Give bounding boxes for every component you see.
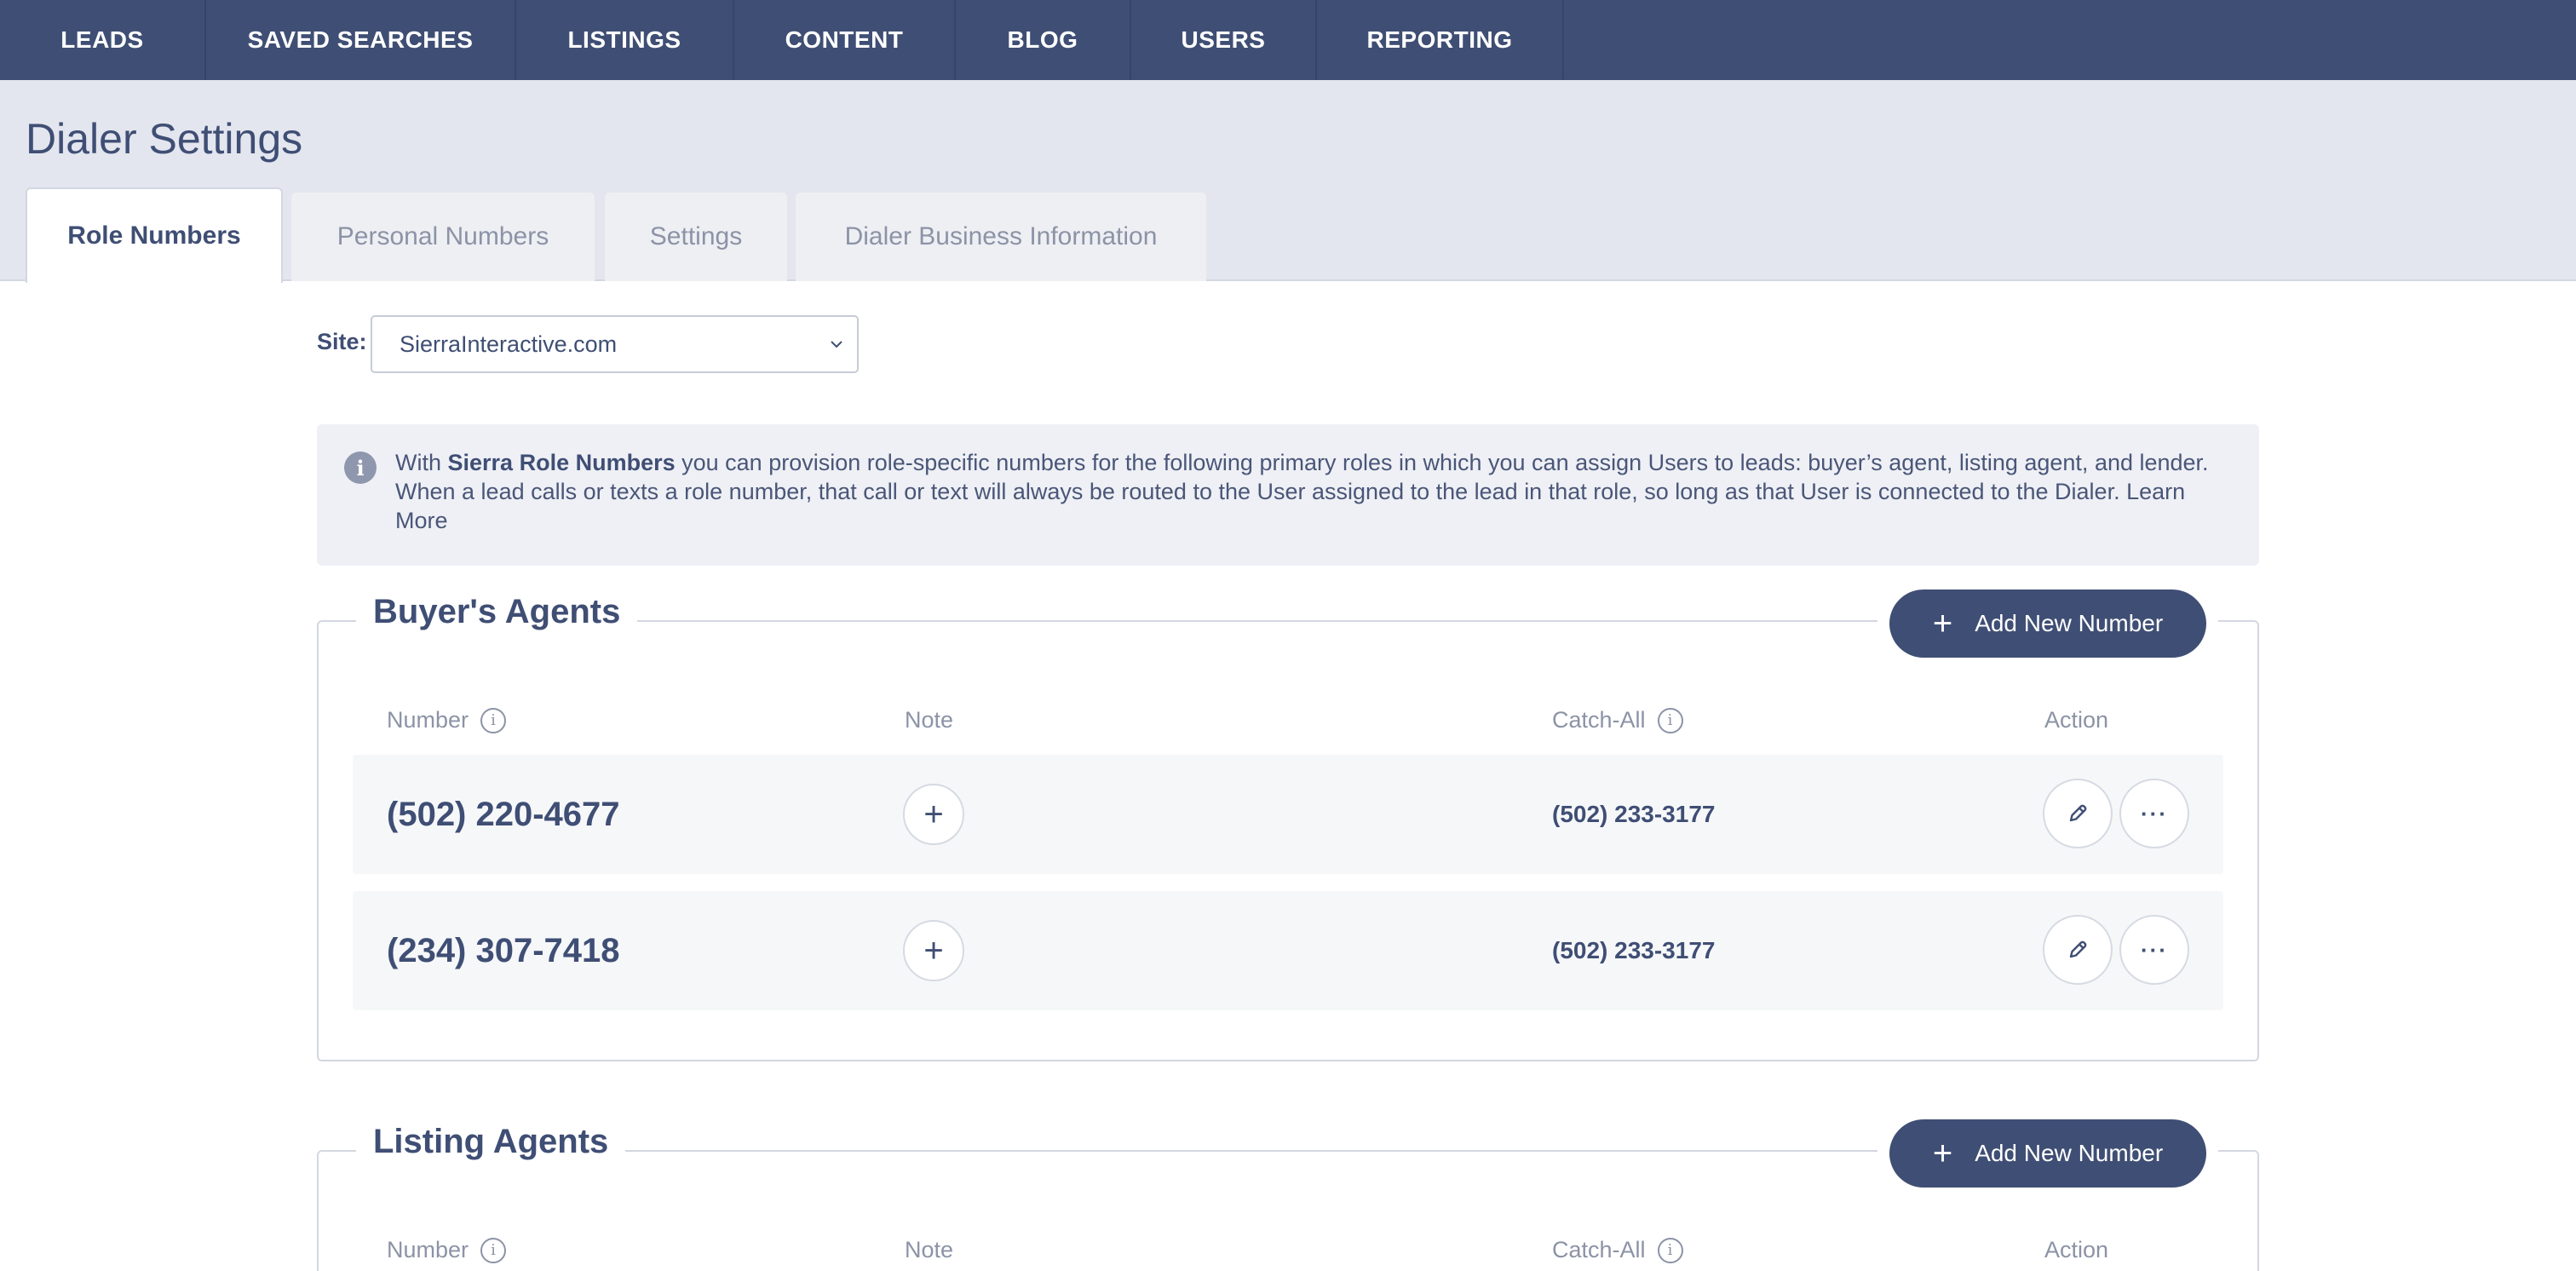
column-header-catch-all-label: Catch-All [1552,1237,1646,1262]
tab-settings[interactable]: Settings [605,193,787,281]
site-select-value: SierraInteractive.com [400,331,618,357]
column-header-note: Note [905,707,954,733]
nav-item-leads[interactable]: LEADS [0,0,206,80]
nav-item-listings[interactable]: LISTINGS [516,0,734,80]
info-text-bold: Sierra Role Numbers [447,450,676,475]
table-row: (234) 307-7418 + (502) 233-3177 ··· [353,891,2223,1010]
plus-icon: + [1932,1135,1953,1172]
info-icon[interactable]: i [480,1237,507,1263]
edit-button[interactable] [2043,915,2113,985]
role-number: (234) 307-7418 [387,932,620,969]
tab-personal-numbers[interactable]: Personal Numbers [291,193,595,281]
column-header-number: Number i [387,1237,507,1263]
add-new-number-button[interactable]: + Add New Number [1889,589,2206,658]
add-new-number-button[interactable]: + Add New Number [1889,1119,2206,1188]
role-number: (502) 220-4677 [387,796,620,833]
nav-item-reporting[interactable]: REPORTING [1317,0,1564,80]
plus-icon: + [923,795,944,833]
column-header-catch-all: Catch-All i [1552,1237,1683,1263]
add-new-number-label: Add New Number [1975,610,2164,636]
page-header: Dialer Settings Role Numbers Personal Nu… [0,80,2576,283]
info-text: With Sierra Role Numbers you can provisi… [395,448,2235,535]
pencil-icon [2069,804,2087,822]
ellipsis-icon: ··· [2141,936,2168,963]
column-header-action: Action [2044,707,2109,733]
catch-all-number: (502) 233-3177 [1552,801,1716,827]
add-note-button[interactable]: + [903,920,964,981]
top-nav: LEADS SAVED SEARCHES LISTINGS CONTENT BL… [0,0,2576,80]
info-icon[interactable]: i [480,707,507,733]
column-header-note: Note [905,1237,954,1262]
nav-item-saved-searches[interactable]: SAVED SEARCHES [206,0,516,80]
tab-role-numbers[interactable]: Role Numbers [26,187,283,283]
chevron-down-icon [831,341,842,348]
nav-item-blog[interactable]: BLOG [956,0,1131,80]
site-select[interactable]: SierraInteractive.com [371,315,859,373]
buyers-agents-section: Buyer's Agents + Add New Number Number i… [317,588,2259,1061]
section-title-buyers-agents: Buyer's Agents [356,593,638,631]
info-box: i With Sierra Role Numbers you can provi… [317,424,2259,566]
listing-agents-section: Listing Agents + Add New Number Number i… [317,1118,2259,1271]
tab-dialer-business-information[interactable]: Dialer Business Information [796,193,1206,281]
plus-icon: + [1932,605,1953,642]
add-new-number-label: Add New Number [1975,1140,2164,1166]
info-icon: i [344,451,377,484]
info-icon[interactable]: i [1657,707,1683,733]
column-header-catch-all: Catch-All i [1552,707,1683,733]
column-header-action: Action [2044,1237,2109,1262]
column-header-catch-all-label: Catch-All [1552,707,1646,733]
section-title-listing-agents: Listing Agents [356,1123,626,1161]
page-title: Dialer Settings [26,115,303,163]
catch-all-number: (502) 233-3177 [1552,937,1716,963]
info-icon[interactable]: i [1657,1237,1683,1263]
info-text-prefix: With [395,450,448,475]
pencil-icon [2069,940,2087,958]
nav-item-users[interactable]: USERS [1131,0,1317,80]
nav-item-content[interactable]: CONTENT [734,0,956,80]
plus-icon: + [923,931,944,969]
more-options-button[interactable]: ··· [2119,915,2189,985]
column-header-number-label: Number [387,1237,469,1262]
ellipsis-icon: ··· [2141,800,2168,826]
column-header-number: Number i [387,707,507,733]
add-note-button[interactable]: + [903,784,964,845]
edit-button[interactable] [2043,779,2113,848]
table-row: (502) 220-4677 + (502) 233-3177 ··· [353,755,2223,874]
more-options-button[interactable]: ··· [2119,779,2189,848]
site-label: Site: [317,329,367,354]
column-header-number-label: Number [387,707,469,733]
